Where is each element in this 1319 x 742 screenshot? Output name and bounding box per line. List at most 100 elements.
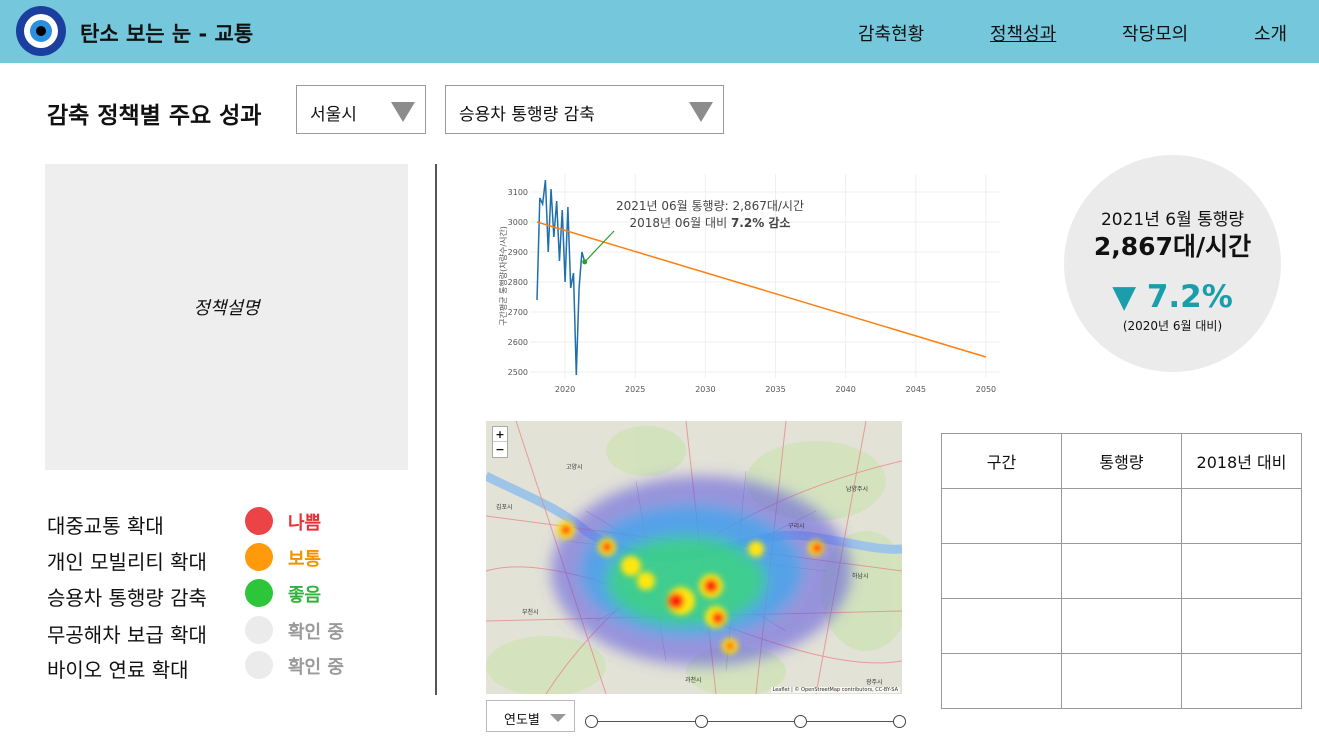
- traffic-heatmap-map[interactable]: 고양시 김포시 부천시 구리시 하남시 남양주시 과천시 광주시 + − Lea…: [486, 421, 902, 694]
- policy-name: 개인 모빌리티 확대: [47, 550, 207, 574]
- slider-knob[interactable]: [695, 715, 708, 728]
- x-tick-label: 2040: [835, 385, 855, 394]
- region-select[interactable]: 서울시: [296, 85, 426, 134]
- x-tick-label: 2025: [625, 385, 645, 394]
- table-row: [941, 598, 1302, 654]
- table-header-row: 구간 통행량 2018년 대비: [941, 433, 1302, 489]
- policy-description-box: 정책설명: [45, 164, 408, 470]
- column-header: 통행량: [1061, 433, 1182, 489]
- policy-select-value: 승용차 통행량 감축: [459, 105, 595, 125]
- column-header: 2018년 대비: [1181, 433, 1302, 489]
- kpi-change: ▼ 7.2%: [1112, 279, 1233, 315]
- policy-name: 대중교통 확대: [47, 514, 164, 538]
- zoom-in-button[interactable]: +: [493, 427, 507, 442]
- traffic-trend-line: [536, 221, 987, 358]
- annotation-line-2: 2018년 06월 대비 7.2% 감소: [630, 215, 791, 230]
- year-mode-value: 연도별: [504, 713, 540, 728]
- policy-status: 좋음: [288, 585, 322, 606]
- zoom-out-button[interactable]: −: [493, 442, 507, 457]
- y-tick-label: 2900: [508, 248, 528, 257]
- dropdown-arrow-icon: [689, 102, 713, 122]
- slider-knob[interactable]: [794, 715, 807, 728]
- nav-item-about[interactable]: 소개: [1254, 20, 1287, 46]
- status-dot-icon: [245, 543, 273, 571]
- column-header: 구간: [941, 433, 1062, 489]
- y-tick-label: 3000: [508, 218, 528, 227]
- table-cell: [1061, 543, 1182, 599]
- traffic-observed-line: [536, 179, 586, 376]
- year-mode-select[interactable]: 연도별: [486, 700, 575, 732]
- dropdown-arrow-icon: [391, 102, 415, 122]
- map-label: 김포시: [496, 504, 513, 511]
- nav-item-policy-results[interactable]: 정책성과: [990, 20, 1056, 46]
- map-label: 광주시: [866, 679, 883, 686]
- slider-knob[interactable]: [585, 715, 598, 728]
- kpi-summary-circle: 2021년 6월 통행량 2,867대/시간 ▼ 7.2% (2020년 6월 …: [1064, 155, 1281, 372]
- table-cell: [1181, 598, 1302, 654]
- table-cell: [1061, 653, 1182, 709]
- annotation-arrow: [584, 230, 615, 263]
- y-tick-label: 2800: [508, 278, 528, 287]
- nav-item-reduction-status[interactable]: 감축현황: [858, 20, 924, 46]
- nav-item-planning[interactable]: 작당모의: [1122, 20, 1188, 46]
- annotation-prefix: 2018년 06월 대비: [630, 216, 731, 230]
- map-canvas: 고양시 김포시 부천시 구리시 하남시 남양주시 과천시 광주시: [486, 421, 902, 694]
- table-cell: [941, 653, 1062, 709]
- policy-select[interactable]: 승용차 통행량 감축: [445, 85, 724, 134]
- dropdown-arrow-icon: [550, 714, 566, 722]
- map-label: 하남시: [852, 572, 869, 580]
- vertical-divider: [435, 164, 437, 695]
- map-label: 과천시: [685, 676, 702, 684]
- year-slider[interactable]: [585, 712, 907, 732]
- slider-knob[interactable]: [893, 715, 906, 728]
- policy-status: 보통: [288, 549, 322, 570]
- policy-description-text: 정책설명: [193, 298, 260, 319]
- map-label: 부천시: [522, 608, 539, 616]
- y-tick-label: 3100: [508, 188, 528, 197]
- map-label: 구리시: [788, 522, 805, 530]
- map-zoom-control: + −: [492, 426, 508, 458]
- status-dot-icon: [245, 579, 273, 607]
- table-cell: [1181, 543, 1302, 599]
- table-cell: [941, 543, 1062, 599]
- x-tick-label: 2030: [695, 385, 715, 394]
- status-dot-icon: [245, 651, 273, 679]
- y-tick-label: 2700: [508, 308, 528, 317]
- policy-status: 나쁨: [288, 513, 322, 534]
- map-label: 남양주시: [846, 485, 868, 493]
- policy-status: 확인 중: [288, 622, 344, 643]
- y-axis-label: 구간평균 통행량(차량수/시간): [498, 226, 508, 326]
- table-cell: [941, 598, 1062, 654]
- top-header: 탄소 보는 눈 - 교통 감축현황 정책성과 작당모의 소개: [0, 0, 1319, 63]
- page-title: 감축 정책별 주요 성과: [47, 103, 262, 129]
- y-tick-label: 2600: [508, 338, 528, 347]
- x-tick-label: 2035: [765, 385, 785, 394]
- table-cell: [1061, 488, 1182, 544]
- policy-status: 확인 중: [288, 657, 344, 678]
- map-label: 고양시: [566, 463, 583, 471]
- table-cell: [1181, 653, 1302, 709]
- status-dot-icon: [245, 507, 273, 535]
- policy-name: 바이오 연료 확대: [47, 658, 189, 682]
- kpi-value: 2,867대/시간: [1093, 232, 1252, 261]
- table-cell: [1061, 598, 1182, 654]
- evil-eye-icon[interactable]: [16, 6, 66, 56]
- policy-name: 승용차 통행량 감축: [47, 586, 207, 610]
- table-cell: [1181, 488, 1302, 544]
- region-select-value: 서울시: [310, 105, 357, 125]
- annotation-line-1: 2021년 06월 통행량: 2,867대/시간: [616, 198, 804, 213]
- y-tick-label: 2500: [508, 368, 528, 377]
- table-row: [941, 653, 1302, 709]
- kpi-note: (2020년 6월 대비): [1122, 319, 1223, 333]
- table-row: [941, 543, 1302, 599]
- table-cell: [941, 488, 1062, 544]
- x-tick-label: 2045: [906, 385, 926, 394]
- slider-track: [591, 721, 901, 722]
- annotation-point: [582, 259, 588, 265]
- section-stats-table: 구간 통행량 2018년 대비: [941, 433, 1302, 709]
- policy-name: 무공해차 보급 확대: [47, 623, 207, 647]
- map-attribution[interactable]: Leaflet | © OpenStreetMap contributors, …: [770, 687, 900, 693]
- table-row: [941, 488, 1302, 544]
- app-title: 탄소 보는 눈 - 교통: [80, 22, 254, 46]
- traffic-line-chart[interactable]: 2020 2025 2030 2035 2040 2045 2050 2500 2600 2700…: [490, 168, 1020, 398]
